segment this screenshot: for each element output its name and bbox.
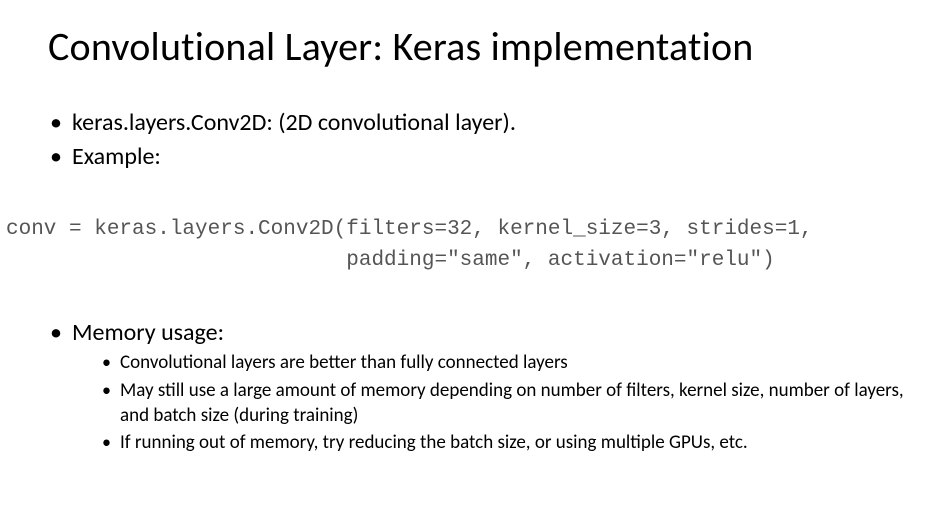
bullet-list: keras.layers.Conv2D: (2D convolutional l… (48, 107, 920, 174)
bullet-text: Memory usage: (72, 318, 224, 347)
bullet-list: Memory usage: Convolutional layers are b… (48, 317, 920, 456)
bullet-item: Example: (48, 141, 920, 173)
code-block: conv = keras.layers.Conv2D(filters=32, k… (6, 214, 920, 277)
bullet-item: keras.layers.Conv2D: (2D convolutional l… (48, 107, 920, 139)
sub-bullet-item: If running out of memory, try reducing t… (102, 431, 920, 456)
code-line: padding="same", activation="relu") (6, 249, 775, 272)
sub-bullet-item: Convolutional layers are better than ful… (102, 351, 920, 376)
code-line: conv = keras.layers.Conv2D(filters=32, k… (6, 218, 813, 241)
sub-bullet-item: May still use a large amount of memory d… (102, 379, 920, 428)
slide-title: Convolutional Layer: Keras implementatio… (48, 22, 920, 71)
sub-bullet-list: Convolutional layers are better than ful… (72, 351, 920, 456)
bullet-item: Memory usage: Convolutional layers are b… (48, 317, 920, 456)
